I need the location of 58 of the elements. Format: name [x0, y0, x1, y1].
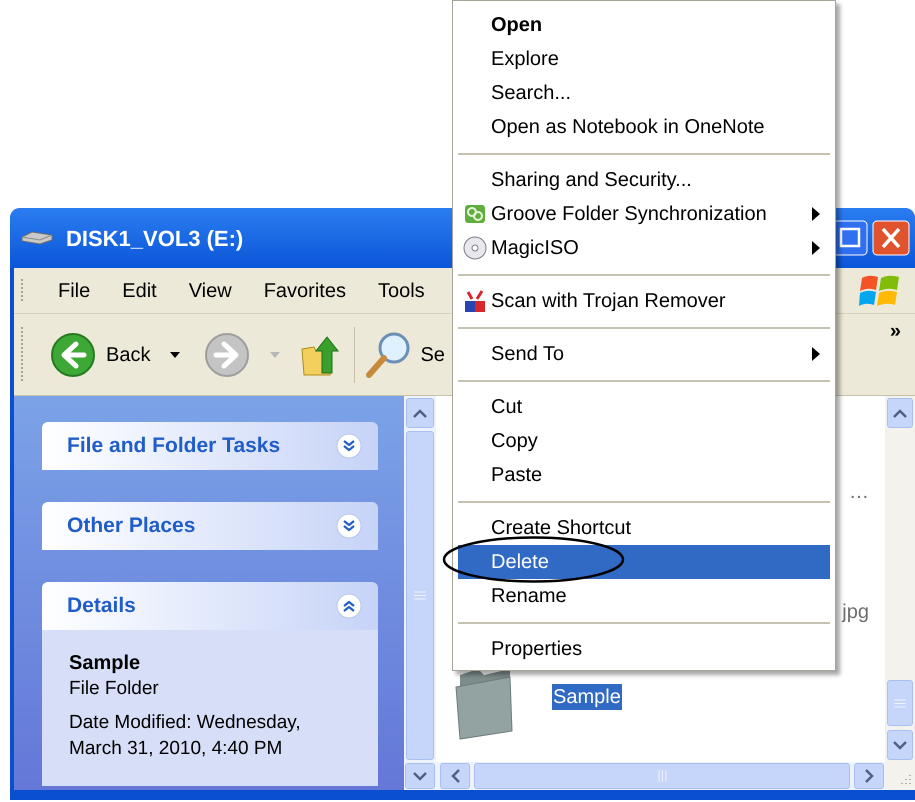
- menu-item[interactable]: File: [42, 276, 106, 306]
- overflow-chevron[interactable]: »: [890, 316, 901, 346]
- menu-item[interactable]: Scan with Trojan Remover: [458, 284, 830, 318]
- panel-header[interactable]: Details: [42, 582, 378, 630]
- chevron-up-icon[interactable]: [413, 408, 427, 418]
- drive-icon: [20, 230, 54, 246]
- disc-icon: [462, 236, 486, 260]
- menu-item[interactable]: Open: [458, 8, 830, 42]
- panel-header[interactable]: Other Places: [42, 502, 378, 550]
- menu-item[interactable]: Favorites: [248, 276, 362, 306]
- chevron-down-icon[interactable]: [413, 772, 427, 780]
- close-button[interactable]: [872, 220, 910, 256]
- menu-item[interactable]: Groove Folder Synchronization: [458, 197, 830, 231]
- menu-item[interactable]: Tools: [362, 276, 441, 306]
- detail-name: Sample: [69, 651, 142, 676]
- scrollbar[interactable]: [404, 396, 436, 762]
- file-label[interactable]: Sample: [552, 684, 622, 710]
- search-label[interactable]: Se: [420, 340, 445, 370]
- size-grip-icon[interactable]: [898, 773, 912, 787]
- grip-lines-icon: [658, 770, 666, 782]
- menu-item[interactable]: Copy: [458, 424, 830, 458]
- expand-chevron-icon[interactable]: [336, 513, 362, 539]
- menu-item[interactable]: Paste: [458, 458, 830, 492]
- file-label[interactable]: jpg: [842, 600, 869, 624]
- menu-item[interactable]: Explore: [458, 42, 830, 76]
- menu-item[interactable]: MagicISO: [458, 231, 830, 265]
- chevron-right-icon[interactable]: [864, 769, 874, 783]
- caret-icon[interactable]: [170, 352, 180, 358]
- back-button[interactable]: Back: [50, 332, 150, 378]
- chevron-left-icon[interactable]: [450, 769, 460, 783]
- chevron-up-icon[interactable]: [893, 408, 907, 418]
- window-title: DISK1_VOL3 (E:): [66, 224, 244, 253]
- scan-icon: [462, 289, 486, 313]
- scrollbar[interactable]: [885, 396, 915, 762]
- menu-item[interactable]: Cut: [458, 390, 830, 424]
- menu-item[interactable]: Send To: [458, 337, 830, 371]
- submenu-arrow-icon: [812, 207, 820, 221]
- menu-item[interactable]: View: [172, 276, 248, 306]
- menu-item[interactable]: Properties: [458, 632, 830, 666]
- sync-icon: [464, 203, 486, 225]
- detail-type: File Folder: [69, 677, 160, 701]
- menu-item[interactable]: Open as Notebook in OneNote: [458, 110, 830, 144]
- grip-lines-icon: [414, 591, 426, 600]
- collapse-chevron-icon[interactable]: [336, 593, 362, 619]
- submenu-arrow-icon: [812, 241, 820, 255]
- menu-item[interactable]: Rename: [458, 579, 830, 613]
- menu-item[interactable]: Delete: [458, 545, 830, 579]
- chevron-down-icon[interactable]: [893, 740, 907, 750]
- menu-item[interactable]: Search...: [458, 76, 830, 110]
- menu-item[interactable]: Edit: [106, 276, 173, 306]
- panel-header[interactable]: File and Folder Tasks: [42, 422, 378, 470]
- grip-lines-icon: [894, 698, 906, 708]
- detail-date: Date Modified: Wednesday, March 31, 2010, 4:40 PM: [69, 711, 302, 761]
- submenu-arrow-icon: [812, 347, 820, 361]
- menu-item[interactable]: Create Shortcut: [458, 511, 830, 545]
- file-label[interactable]: …: [849, 480, 869, 504]
- expand-chevron-icon[interactable]: [336, 433, 362, 459]
- menu-item[interactable]: Sharing and Security...: [458, 163, 830, 197]
